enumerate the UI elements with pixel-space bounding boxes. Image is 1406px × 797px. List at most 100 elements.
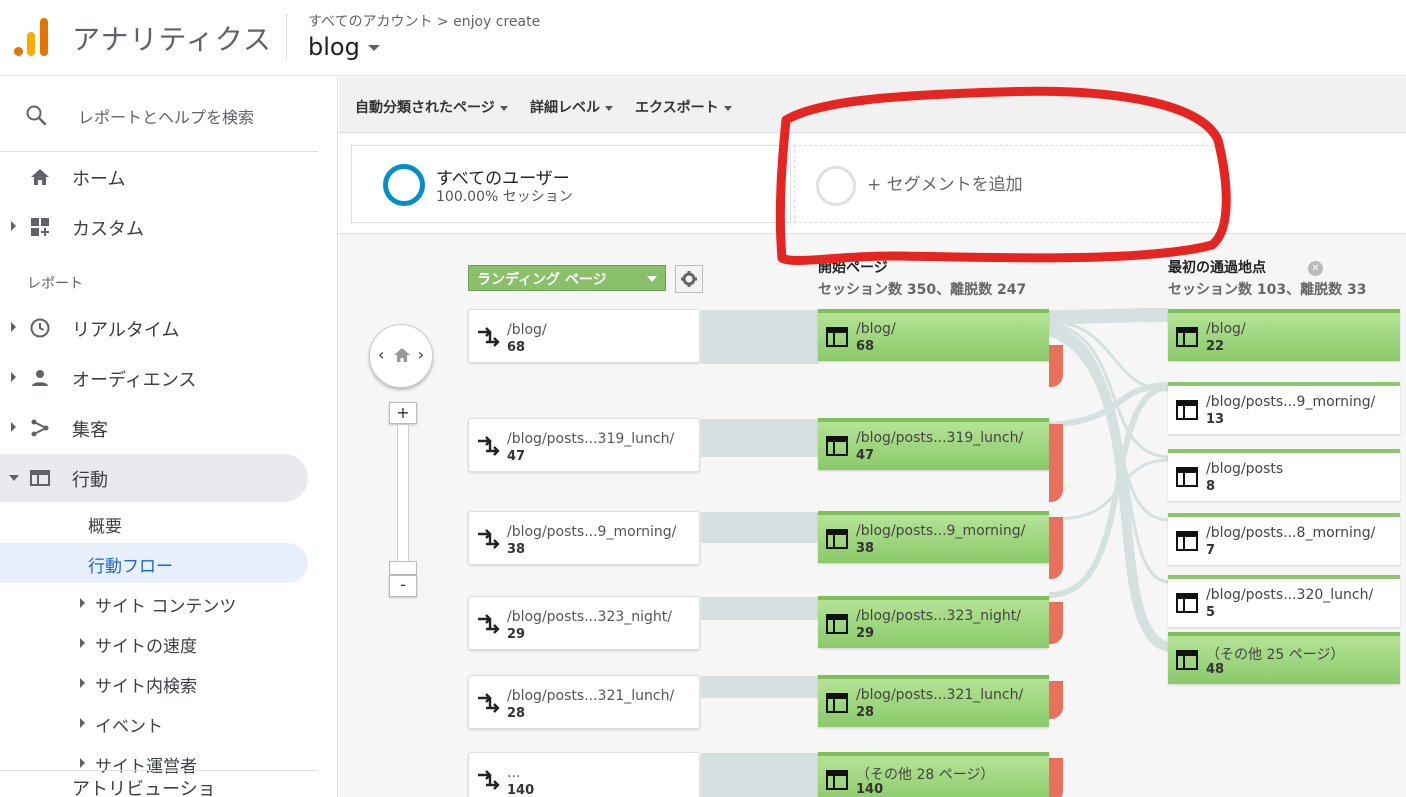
node-count: 7 [1206, 543, 1216, 558]
node-count: 48 [1206, 662, 1225, 677]
segment-all-users[interactable]: すべてのユーザー 100.00% セッション [351, 145, 791, 223]
dropoff-bar[interactable] [1049, 681, 1063, 719]
node-count: 47 [856, 448, 875, 463]
node-path: /blog/posts...320_lunch/ [1206, 587, 1374, 603]
zoom-slider-thumb[interactable] [389, 561, 417, 575]
node-path: /blog/posts...323_night/ [856, 608, 1021, 624]
node-count: 68 [507, 340, 526, 355]
chevron-down-icon [9, 475, 19, 481]
sidebar-subitem-behavior-flow[interactable]: 行動フロー [0, 543, 308, 583]
person-icon [32, 370, 48, 386]
sidebar-item-home[interactable]: ホーム [0, 153, 308, 201]
analytics-logo-icon[interactable] [14, 18, 50, 56]
sidebar-subitem-overview[interactable]: 概要 [0, 503, 308, 543]
dropoff-bar[interactable] [1049, 602, 1063, 644]
sidebar-subitem-label: サイト運営者 [95, 757, 197, 777]
zoom-out-button[interactable]: - [389, 575, 417, 597]
dropoff-bar[interactable] [1049, 345, 1063, 387]
zoom-slider[interactable] [397, 424, 409, 564]
landing-page-node[interactable]: /blog/posts...319_lunch/47 [468, 418, 700, 472]
home-icon[interactable] [392, 345, 412, 365]
close-icon[interactable]: ✕ [1308, 261, 1323, 276]
pan-right-icon[interactable]: › [418, 345, 424, 364]
start-page-node[interactable]: /blog/posts...321_lunch/28 [818, 675, 1049, 727]
sidebar-item-acquisition[interactable]: 集客 [0, 404, 308, 452]
toolbar-label: エクスポート [635, 100, 719, 116]
sidebar-item-attribution[interactable]: アトリビューショ [72, 775, 216, 797]
search-placeholder: レポートとヘルプを検索 [78, 108, 255, 127]
sidebar-item-label: オーディエンス [72, 370, 197, 391]
node-path: /blog/posts...321_lunch/ [507, 688, 675, 704]
page-icon [826, 693, 848, 713]
sidebar-subitem-site-speed[interactable]: サイトの速度 [0, 623, 308, 663]
pan-control[interactable]: ‹ › [369, 324, 433, 388]
page-icon [1176, 400, 1198, 420]
search-icon [26, 105, 47, 126]
landing-page-node[interactable]: ... 140 [468, 752, 700, 797]
behavior-icon [30, 470, 50, 486]
sidebar-subitem-site-content[interactable]: サイト コンテンツ [0, 583, 308, 623]
sidebar-item-behavior[interactable]: 行動 [0, 454, 308, 502]
sidebar-subitem-label: サイト コンテンツ [95, 597, 237, 617]
caret-down-icon [605, 105, 613, 111]
dropoff-bar[interactable] [1049, 424, 1063, 502]
step1-page-node[interactable]: /blog/posts...8_morning/7 [1168, 513, 1400, 565]
landing-page-node[interactable]: /blog/posts...321_lunch/28 [468, 675, 700, 729]
entry-arrow-icon [476, 527, 500, 551]
sidebar-subitem-label: 行動フロー [88, 557, 173, 577]
sidebar-item-label: リアルタイム [72, 320, 180, 341]
node-path: /blog/posts [1206, 461, 1284, 477]
sidebar-subitem-events[interactable]: イベント [0, 703, 308, 743]
chevron-right-icon [80, 718, 85, 728]
export-dropdown[interactable]: エクスポート [635, 97, 732, 117]
chevron-right-icon [80, 678, 85, 688]
landing-page-dropdown[interactable]: ランディング ページ [468, 265, 666, 291]
auto-pages-dropdown[interactable]: 自動分類されたページ [355, 97, 508, 117]
step1-page-node[interactable]: /blog/22 [1168, 309, 1400, 361]
node-path: /blog/posts...319_lunch/ [507, 431, 675, 447]
start-page-node[interactable]: （その他 28 ページ） 140 [818, 752, 1049, 797]
start-page-node[interactable]: /blog/posts...319_lunch/47 [818, 418, 1049, 470]
property-name: blog [308, 33, 360, 61]
landing-page-node[interactable]: /blog/68 [468, 309, 700, 363]
flow-stream [701, 676, 819, 698]
add-segment-button[interactable]: + セグメントを追加 [794, 145, 1224, 223]
property-selector[interactable]: blog [308, 33, 380, 61]
node-count: 140 [856, 782, 884, 797]
start-page-node[interactable]: /blog/68 [818, 309, 1049, 361]
chevron-right-icon [11, 372, 16, 382]
landing-page-node[interactable]: /blog/posts...9_morning/38 [468, 511, 700, 565]
landing-page-node[interactable]: /blog/posts...323_night/29 [468, 596, 700, 650]
node-count: 5 [1206, 605, 1216, 620]
node-count: 29 [856, 626, 875, 641]
zoom-in-button[interactable]: + [389, 402, 417, 424]
pan-left-icon[interactable]: ‹ [378, 345, 384, 364]
sidebar-item-realtime[interactable]: リアルタイム [0, 304, 308, 352]
clock-icon [30, 318, 50, 338]
page-icon [1176, 650, 1198, 670]
sidebar-item-custom[interactable]: カスタム [0, 203, 308, 251]
column-stats-step1: セッション数 103、離脱数 33 [1168, 282, 1367, 298]
step1-page-node[interactable]: （その他 25 ページ） 48 [1168, 632, 1400, 684]
step1-page-node[interactable]: /blog/posts 8 [1168, 449, 1400, 501]
search-box[interactable]: レポートとヘルプを検索 [0, 77, 318, 152]
node-path: /blog/ [1206, 321, 1246, 337]
chevron-right-icon [80, 758, 85, 768]
step1-page-node[interactable]: /blog/posts...320_lunch/5 [1168, 575, 1400, 627]
sidebar-subitem-site-search[interactable]: サイト内検索 [0, 663, 308, 703]
dropoff-bar[interactable] [1049, 758, 1063, 797]
detail-level-dropdown[interactable]: 詳細レベル [530, 97, 613, 117]
dropoff-bar[interactable] [1049, 517, 1063, 579]
sidebar-item-audience[interactable]: オーディエンス [0, 354, 308, 402]
section-heading-report: レポート [27, 276, 83, 292]
behavior-flow-canvas[interactable]: ‹ › + - ランディング ページ 開始ページ セッション数 350、離脱数 … [339, 235, 1406, 797]
start-page-node[interactable]: /blog/posts...323_night/29 [818, 596, 1049, 648]
entry-arrow-icon [476, 434, 500, 458]
node-count: 13 [1206, 412, 1225, 427]
settings-button[interactable] [675, 265, 703, 293]
start-page-node[interactable]: /blog/posts...9_morning/38 [818, 511, 1049, 563]
app-title: アナリティクス [72, 23, 272, 56]
node-path: /blog/posts...9_morning/ [1206, 394, 1376, 410]
account-breadcrumb[interactable]: すべてのアカウント > enjoy create [308, 11, 540, 31]
step1-page-node[interactable]: /blog/posts...9_morning/13 [1168, 382, 1400, 434]
